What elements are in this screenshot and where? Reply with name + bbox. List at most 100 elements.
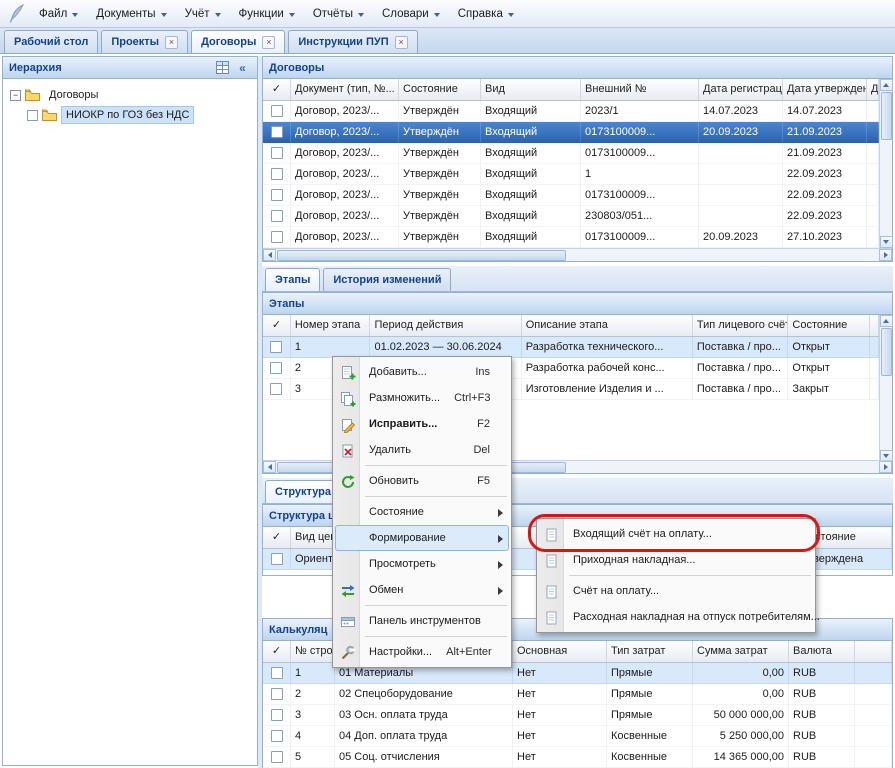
menubar-item-functions[interactable]: Функции [230, 3, 304, 25]
column-header-account-type[interactable]: Тип лицевого счёт [693, 315, 789, 336]
grid-view-icon[interactable] [214, 60, 231, 76]
menu-item-exchange[interactable]: Обмен [335, 577, 509, 603]
menubar-item-file[interactable]: Файл [30, 3, 87, 25]
column-header-state[interactable]: Состояние [399, 79, 481, 100]
submenu-item-receipt-note[interactable]: Приходная накладная... [539, 547, 813, 573]
column-header-stage-number[interactable]: Номер этапа [291, 315, 371, 336]
tab-change-history[interactable]: История изменений [323, 268, 451, 291]
menu-item-formation[interactable]: Формирование [335, 525, 509, 551]
row-checkbox[interactable] [270, 362, 282, 374]
tree-node-niokr[interactable]: НИОКР по ГОЗ без НДС [24, 105, 253, 125]
column-header-state[interactable]: Состояние [788, 315, 870, 336]
contracts-row[interactable]: Договор, 2023/... Утверждён Входящий 017… [263, 227, 879, 248]
tab-close-icon[interactable] [165, 36, 178, 49]
menu-item-toolbar[interactable]: Панель инструментов [335, 608, 509, 634]
row-checkbox[interactable] [271, 553, 283, 565]
column-header-external-number[interactable]: Внешний № [581, 79, 699, 100]
contracts-h-scrollbar[interactable] [263, 248, 892, 261]
tab-pup-instructions[interactable]: Инструкции ПУП [288, 30, 417, 53]
row-checkbox[interactable] [271, 688, 283, 700]
menubar-item-accounting[interactable]: Учёт [176, 3, 230, 25]
menu-item-add[interactable]: Добавить... Ins [335, 359, 509, 385]
stages-row-selected[interactable]: 1 01.02.2023 — 30.06.2024 Разработка тех… [263, 337, 879, 358]
submenu-item-incoming-invoice[interactable]: Входящий счёт на оплату... [539, 521, 813, 547]
column-header-line-number[interactable]: № стро [291, 641, 335, 662]
tree-node-contracts[interactable]: Договоры [7, 85, 253, 105]
column-header-cost-type[interactable]: Тип затрат [607, 641, 693, 662]
row-checkbox[interactable] [271, 667, 283, 679]
tab-structure[interactable]: Структура [265, 480, 341, 503]
row-checkbox[interactable] [271, 168, 283, 180]
scroll-right-icon[interactable] [879, 461, 892, 473]
row-checkbox[interactable] [271, 730, 283, 742]
tree-collapse-icon[interactable] [10, 90, 21, 101]
column-header-description[interactable]: Описание этапа [522, 315, 693, 336]
menubar-item-help[interactable]: Справка [449, 3, 523, 25]
scroll-up-icon[interactable] [880, 315, 893, 327]
row-checkbox[interactable] [271, 147, 283, 159]
scroll-up-icon[interactable] [880, 79, 893, 91]
scroll-left-icon[interactable] [263, 461, 276, 473]
tab-projects[interactable]: Проекты [101, 30, 188, 53]
calculation-row[interactable]: 2 02 Спецоборудование Нет Прямые 0,00 RU… [263, 684, 892, 705]
contracts-row[interactable]: Договор, 2023/... Утверждён Входящий 230… [263, 206, 879, 227]
column-header-approval-date[interactable]: Дата утверждения [783, 79, 867, 100]
column-header-currency[interactable]: Валюта [789, 641, 855, 662]
calculation-row[interactable]: 5 05 Соц. отчисления Нет Косвенные 14 36… [263, 747, 892, 768]
column-header-registration-date[interactable]: Дата регистрации [699, 79, 783, 100]
collapse-panel-icon[interactable] [234, 60, 251, 76]
scroll-left-icon[interactable] [263, 249, 276, 261]
tab-desktop[interactable]: Рабочий стол [4, 30, 98, 53]
menu-item-delete[interactable]: Удалить Del [335, 437, 509, 463]
scroll-down-icon[interactable] [880, 236, 893, 248]
column-header-period[interactable]: Период действия [370, 315, 521, 336]
contracts-row[interactable]: Договор, 2023/... Утверждён Входящий 1 2… [263, 164, 879, 185]
column-header-kind[interactable]: Вид [481, 79, 581, 100]
menubar-item-documents[interactable]: Документы [87, 3, 175, 25]
column-header-check[interactable]: ✓ [263, 79, 291, 100]
column-header-document[interactable]: Документ (тип, №... [291, 79, 399, 100]
submenu-item-payment-invoice[interactable]: Счёт на оплату... [539, 578, 813, 604]
calculation-row[interactable]: 4 04 Доп. оплата труда Нет Косвенные 5 2… [263, 726, 892, 747]
contracts-row[interactable]: Договор, 2023/... Утверждён Входящий 017… [263, 185, 879, 206]
column-header-check[interactable]: ✓ [263, 641, 291, 662]
menubar-item-reports[interactable]: Отчёты [304, 3, 373, 25]
stages-v-scrollbar[interactable] [879, 315, 892, 462]
column-header-main[interactable]: Основная [513, 641, 607, 662]
contracts-row[interactable]: Договор, 2023/... Утверждён Входящий 017… [263, 143, 879, 164]
tree-checkbox[interactable] [27, 110, 38, 121]
column-header-date[interactable]: Дата [867, 79, 879, 100]
calculation-row[interactable]: 3 03 Осн. оплата труда Нет Прямые 50 000… [263, 705, 892, 726]
row-checkbox[interactable] [271, 751, 283, 763]
menu-item-state[interactable]: Состояние [335, 499, 509, 525]
tab-stages[interactable]: Этапы [265, 268, 320, 291]
menu-item-duplicate[interactable]: Размножить... Ctrl+F3 [335, 385, 509, 411]
menu-item-view[interactable]: Просмотреть [335, 551, 509, 577]
row-checkbox[interactable] [271, 231, 283, 243]
row-checkbox[interactable] [271, 126, 283, 138]
menubar-item-dictionaries[interactable]: Словари [373, 3, 449, 25]
row-checkbox[interactable] [271, 189, 283, 201]
contracts-v-scrollbar[interactable] [879, 79, 892, 248]
scroll-right-icon[interactable] [879, 249, 892, 261]
contracts-row-selected[interactable]: Договор, 2023/... Утверждён Входящий 017… [263, 122, 879, 143]
scroll-thumb[interactable] [277, 250, 566, 261]
tab-close-icon[interactable] [395, 36, 408, 49]
scroll-thumb[interactable] [881, 92, 892, 140]
column-header-check[interactable]: ✓ [263, 527, 291, 548]
row-checkbox[interactable] [271, 210, 283, 222]
tab-close-icon[interactable] [262, 36, 275, 49]
tab-contracts[interactable]: Договоры [191, 30, 285, 53]
column-header-amount[interactable]: Сумма затрат [693, 641, 789, 662]
menu-item-edit[interactable]: Исправить... F2 [335, 411, 509, 437]
contracts-row[interactable]: Договор, 2023/... Утверждён Входящий 202… [263, 101, 879, 122]
row-checkbox[interactable] [270, 341, 282, 353]
scroll-thumb[interactable] [881, 328, 892, 376]
menu-item-settings[interactable]: Настройки... Alt+Enter [335, 639, 509, 665]
row-checkbox[interactable] [271, 105, 283, 117]
row-checkbox[interactable] [271, 709, 283, 721]
submenu-item-dispatch-note[interactable]: Расходная накладная на отпуск потребител… [539, 604, 813, 630]
row-checkbox[interactable] [270, 383, 282, 395]
menu-item-refresh[interactable]: Обновить F5 [335, 468, 509, 494]
column-header-check[interactable]: ✓ [263, 315, 291, 336]
